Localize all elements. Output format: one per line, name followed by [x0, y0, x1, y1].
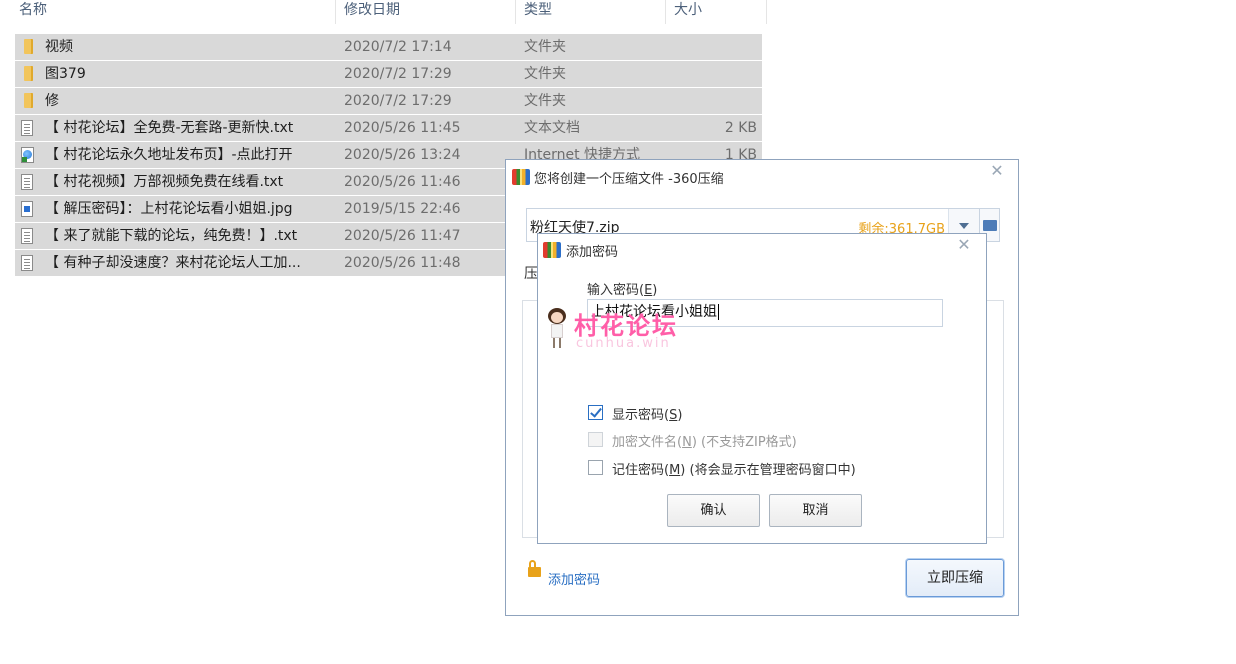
file-type: 文本文档	[524, 120, 580, 136]
file-name: 【 有种子却没速度？来村花论坛人工加...	[45, 255, 301, 271]
cartoon-girl-icon	[544, 308, 568, 348]
file-row[interactable]: 图379 2020/7/2 17:29 文件夹	[15, 61, 762, 88]
remember-password-label: 记住密码(M) (将会显示在管理密码窗口中)	[612, 463, 856, 478]
file-row[interactable]: 视频 2020/7/2 17:14 文件夹	[15, 34, 762, 61]
column-header-name[interactable]: 名称	[15, 0, 336, 24]
column-header-date[interactable]: 修改日期	[340, 0, 516, 24]
close-icon[interactable]: ✕	[990, 163, 1004, 179]
360-zip-app-icon	[512, 169, 530, 185]
cancel-button[interactable]: 取消	[769, 494, 862, 527]
file-date: 2020/5/26 11:46	[344, 174, 461, 190]
file-date: 2020/5/26 11:47	[344, 228, 461, 244]
file-name: 【 村花论坛永久地址发布页】-点此打开	[45, 147, 293, 163]
confirm-button[interactable]: 确认	[667, 494, 760, 527]
watermark-logo: 村花论坛 cunhua.win	[538, 300, 708, 360]
text-file-icon	[21, 228, 33, 244]
remember-password-checkbox[interactable]	[588, 460, 603, 475]
compress-dialog-title: 您将创建一个压缩文件 -360压缩	[534, 172, 724, 187]
file-date: 2020/5/26 13:24	[344, 147, 461, 163]
compression-options-label: 压	[524, 266, 538, 282]
file-row[interactable]: 修 2020/7/2 17:29 文件夹	[15, 88, 762, 115]
file-type: 文件夹	[524, 93, 566, 109]
360-zip-app-icon	[543, 242, 561, 258]
encrypt-filenames-label: 加密文件名(N) (不支持ZIP格式)	[612, 435, 797, 450]
add-password-link[interactable]: 添加密码	[548, 569, 600, 588]
file-name: 【 村花论坛】全免费-无套路-更新快.txt	[45, 120, 294, 136]
encrypt-filenames-checkbox	[588, 432, 603, 447]
close-icon[interactable]: ✕	[957, 237, 971, 253]
file-list-header: 名称 修改日期 类型 大小	[0, 0, 768, 24]
text-file-icon	[21, 255, 33, 271]
file-name: 【 解压密码】：上村花论坛看小姐姐.jpg	[45, 201, 293, 217]
password-input-label: 输入密码(E)	[587, 283, 658, 298]
show-password-checkbox[interactable]	[588, 405, 603, 420]
image-file-icon	[21, 201, 33, 217]
file-date: 2020/7/2 17:14	[344, 39, 452, 55]
folder-icon	[24, 93, 33, 108]
show-password-label: 显示密码(S)	[612, 408, 683, 423]
file-type: 文件夹	[524, 39, 566, 55]
file-row[interactable]: 【 村花论坛】全免费-无套路-更新快.txt 2020/5/26 11:45 文…	[15, 115, 762, 142]
file-date: 2020/7/2 17:29	[344, 93, 452, 109]
file-name: 图379	[45, 66, 86, 82]
file-type: 文件夹	[524, 66, 566, 82]
text-file-icon	[21, 120, 33, 136]
text-file-icon	[21, 174, 33, 190]
file-name: 视频	[45, 39, 73, 55]
folder-icon	[24, 39, 33, 54]
file-date: 2020/7/2 17:29	[344, 66, 452, 82]
file-date: 2020/5/26 11:48	[344, 255, 461, 271]
file-date: 2020/5/26 11:45	[344, 120, 461, 136]
file-name: 修	[45, 93, 59, 109]
file-name: 【 来了就能下载的论坛，纯免费！】.txt	[45, 228, 298, 244]
file-size: 2 KB	[724, 120, 757, 136]
file-name: 【 村花视频】万部视频免费在线看.txt	[45, 174, 284, 190]
column-header-type[interactable]: 类型	[520, 0, 666, 24]
file-date: 2019/5/15 22:46	[344, 201, 461, 217]
watermark-subtext: cunhua.win	[576, 336, 671, 351]
text-caret	[718, 304, 719, 320]
column-header-size[interactable]: 大小	[670, 0, 767, 24]
compress-now-button[interactable]: 立即压缩	[906, 559, 1004, 597]
add-password-dialog: 添加密码 ✕ 输入密码(E) 上村花论坛看小姐姐 村花论坛 cunhua.win…	[537, 233, 987, 544]
shortcut-icon	[21, 147, 34, 163]
lock-icon[interactable]	[528, 560, 541, 577]
password-dialog-title: 添加密码	[566, 245, 619, 260]
folder-icon	[24, 66, 33, 81]
